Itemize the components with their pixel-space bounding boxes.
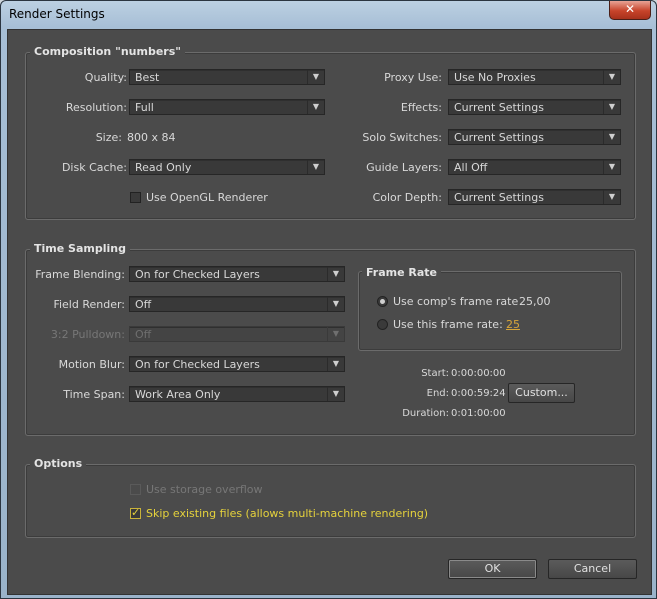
field-render-label: Field Render: [53, 298, 125, 311]
comp-rate-radio[interactable] [377, 296, 388, 307]
motion-blur-select[interactable]: On for Checked Layers ▼ [129, 356, 345, 372]
chevron-down-icon: ▼ [327, 267, 344, 281]
cancel-button[interactable]: Cancel [548, 559, 637, 579]
this-rate-radio[interactable] [377, 319, 388, 330]
time-span-select[interactable]: Work Area Only ▼ [129, 386, 345, 402]
color-depth-label: Color Depth: [372, 191, 442, 204]
guide-layers-value: All Off [454, 161, 488, 174]
duration-value: 0:01:00:00 [451, 408, 506, 419]
motion-blur-label: Motion Blur: [58, 358, 125, 371]
quality-label: Quality: [84, 71, 127, 84]
storage-overflow-label: Use storage overflow [146, 483, 263, 496]
solo-switches-select[interactable]: Current Settings ▼ [448, 129, 621, 145]
opengl-checkbox[interactable] [130, 192, 141, 203]
pulldown-select[interactable]: Off ▼ [129, 326, 345, 342]
quality-select[interactable]: Best ▼ [129, 69, 325, 85]
chevron-down-icon: ▼ [307, 100, 324, 114]
options-group: Options Use storage overflow ✓ Skip exis… [25, 457, 636, 538]
proxy-use-select[interactable]: Use No Proxies ▼ [448, 69, 621, 85]
dialog-body: Composition "numbers" Quality: Best ▼ Re… [7, 29, 652, 595]
options-title: Options [30, 457, 87, 470]
comp-rate-value: 25,00 [519, 295, 551, 308]
disk-cache-label: Disk Cache: [61, 161, 127, 174]
disk-cache-value: Read Only [135, 161, 192, 174]
opengl-label: Use OpenGL Renderer [146, 191, 268, 204]
chevron-down-icon: ▼ [327, 297, 344, 311]
guide-layers-label: Guide Layers: [366, 161, 442, 174]
chevron-down-icon: ▼ [603, 70, 620, 84]
chevron-down-icon: ▼ [327, 357, 344, 371]
quality-value: Best [135, 71, 160, 84]
chevron-down-icon: ▼ [603, 100, 620, 114]
chevron-down-icon: ▼ [307, 70, 324, 84]
resolution-value: Full [135, 101, 154, 114]
ok-button[interactable]: OK [448, 559, 537, 579]
chevron-down-icon: ▼ [327, 327, 344, 341]
storage-overflow-checkbox[interactable] [130, 484, 141, 495]
effects-value: Current Settings [454, 101, 544, 114]
frame-rate-title: Frame Rate [362, 266, 442, 279]
field-render-select[interactable]: Off ▼ [129, 296, 345, 312]
this-rate-value[interactable]: 25 [506, 318, 520, 331]
frame-rate-group: Frame Rate Use comp's frame rate 25,00 U… [358, 266, 622, 351]
end-label: End: [426, 388, 449, 399]
pulldown-value: Off [135, 328, 152, 341]
close-button[interactable]: ✕ [609, 1, 651, 20]
pulldown-label: 3:2 Pulldown: [50, 328, 125, 341]
this-rate-label: Use this frame rate: [393, 318, 503, 331]
effects-select[interactable]: Current Settings ▼ [448, 99, 621, 115]
time-span-value: Work Area Only [135, 388, 221, 401]
chevron-down-icon: ▼ [307, 160, 324, 174]
frame-blending-select[interactable]: On for Checked Layers ▼ [129, 266, 345, 282]
radio-dot [380, 299, 385, 304]
title-bar[interactable]: Render Settings ✕ [1, 1, 656, 29]
window-title: Render Settings [9, 7, 105, 21]
checkmark-icon: ✓ [131, 506, 141, 519]
end-value: 0:00:59:24 [451, 388, 506, 399]
resolution-label: Resolution: [65, 101, 127, 114]
chevron-down-icon: ▼ [603, 160, 620, 174]
color-depth-value: Current Settings [454, 191, 544, 204]
comp-rate-label: Use comp's frame rate [393, 295, 519, 308]
start-label: Start: [421, 368, 449, 379]
solo-switches-label: Solo Switches: [362, 131, 442, 144]
frame-blending-value: On for Checked Layers [135, 268, 260, 281]
proxy-use-label: Proxy Use: [384, 71, 442, 84]
size-value: 800 x 84 [127, 131, 176, 144]
skip-existing-checkbox[interactable]: ✓ [130, 506, 141, 519]
chevron-down-icon: ▼ [603, 190, 620, 204]
time-sampling-group: Time Sampling Frame Blending: On for Che… [25, 242, 636, 436]
render-settings-window: Render Settings ✕ Composition "numbers" … [0, 0, 657, 599]
custom-button[interactable]: Custom... [508, 383, 575, 403]
time-span-label: Time Span: [63, 388, 125, 401]
size-label: Size: [95, 131, 122, 144]
composition-title: Composition "numbers" [30, 45, 185, 58]
field-render-value: Off [135, 298, 152, 311]
chevron-down-icon: ▼ [603, 130, 620, 144]
start-value: 0:00:00:00 [451, 368, 506, 379]
time-sampling-title: Time Sampling [30, 242, 130, 255]
color-depth-select[interactable]: Current Settings ▼ [448, 189, 621, 205]
disk-cache-select[interactable]: Read Only ▼ [129, 159, 325, 175]
effects-label: Effects: [400, 101, 442, 114]
motion-blur-value: On for Checked Layers [135, 358, 260, 371]
close-icon: ✕ [624, 2, 636, 16]
composition-group: Composition "numbers" Quality: Best ▼ Re… [25, 45, 636, 220]
chevron-down-icon: ▼ [327, 387, 344, 401]
skip-existing-label: Skip existing files (allows multi-machin… [146, 507, 429, 520]
duration-label: Duration: [402, 408, 449, 419]
frame-blending-label: Frame Blending: [35, 268, 125, 281]
resolution-select[interactable]: Full ▼ [129, 99, 325, 115]
proxy-use-value: Use No Proxies [454, 71, 536, 84]
solo-switches-value: Current Settings [454, 131, 544, 144]
guide-layers-select[interactable]: All Off ▼ [448, 159, 621, 175]
